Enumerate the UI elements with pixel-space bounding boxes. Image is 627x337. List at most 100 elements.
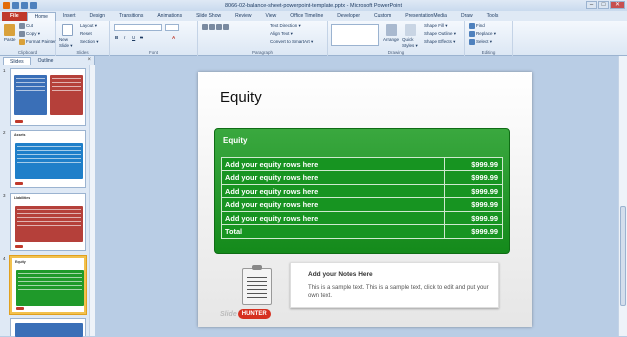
replace-icon [469,31,475,37]
underline-button[interactable]: U [132,35,135,40]
binoculars-icon [469,23,475,29]
title-bar: 8066-02-balance-sheet-powerpoint-templat… [0,0,627,11]
arrange-button[interactable]: Arrange [383,37,399,42]
shapes-gallery[interactable] [331,24,379,46]
panel-scrollbar[interactable] [89,65,95,336]
close-button[interactable]: ✕ [610,1,625,9]
clipboard-icon [242,265,272,305]
slide-title[interactable]: Equity [220,89,262,106]
bold-button[interactable]: B [115,35,118,40]
quick-styles-button[interactable]: Quick Styles ▾ [402,37,420,49]
maximize-button[interactable]: □ [598,1,609,9]
replace-button[interactable]: Replace ▾ [469,31,496,37]
slide[interactable]: Equity Equity Add your equity rows here $… [198,72,532,327]
table-row[interactable]: Add your equity rows here $999.99 [222,211,502,225]
tab-developer[interactable]: Developer [330,12,367,21]
drawing-label: Drawing [387,50,405,55]
minimize-button[interactable]: – [586,1,597,9]
thumbnail-table [16,270,84,306]
logo-slide-text: Slide [220,310,237,318]
tab-slide-show[interactable]: Slide Show [189,12,228,21]
shape-effects-button[interactable]: Shape Effects ▾ [424,39,455,45]
scroll-thumb[interactable] [620,206,626,306]
slide-thumbnail-3[interactable]: Liabilities [10,193,86,251]
table-total-row[interactable]: Total $999.99 [222,224,502,239]
table-row[interactable]: Add your equity rows here $999.99 [222,171,502,185]
text-direction-button[interactable]: Text Direction ▾ [270,23,301,29]
row-value: $999.99 [444,198,502,211]
tab-transitions[interactable]: Transitions [112,12,150,21]
copy-button[interactable]: Copy ▾ [19,31,40,37]
font-group: B I U S A Font [110,21,198,56]
shape-outline-button[interactable]: Shape Outline ▾ [424,31,456,37]
tab-custom[interactable]: Custom [367,12,398,21]
row-label: Add your equity rows here [225,186,319,196]
paste-icon[interactable] [4,24,15,36]
convert-smartart-button[interactable]: Convert to SmartArt ▾ [270,39,313,45]
tab-design[interactable]: Design [82,12,112,21]
notes-title: Add your Notes Here [308,271,373,278]
tab-tools[interactable]: Tools [480,12,506,21]
select-label: Select ▾ [476,39,493,45]
find-button[interactable]: Find [469,23,485,29]
format-painter-label: Format Painter [26,39,56,45]
select-button[interactable]: Select ▾ [469,39,492,45]
thumbnail-logo [15,245,23,248]
tab-slides[interactable]: Slides [3,57,31,65]
table-row[interactable]: Add your equity rows here $999.99 [222,198,502,212]
window-controls: – □ ✕ [586,1,625,9]
italic-button[interactable]: I [124,35,125,40]
slide-thumbnail-1[interactable] [10,68,86,126]
tab-outline[interactable]: Outline [32,57,60,65]
equity-table[interactable]: Equity Add your equity rows here $999.99 … [214,128,510,254]
strikethrough-button[interactable]: S [140,35,143,40]
tab-home[interactable]: Home [26,12,56,21]
copy-label: Copy ▾ [26,31,41,37]
table-header: Equity [223,136,248,145]
notes-box[interactable]: Add your Notes Here This is a sample tex… [290,262,499,308]
format-painter-button[interactable]: Format Painter [19,39,56,45]
tab-review[interactable]: Review [228,12,258,21]
thumbnail-table-left [14,75,47,115]
thumbnail-logo [15,120,23,123]
slide-thumbnail-2[interactable]: Assets [10,130,86,188]
align-text-button[interactable]: Align Text ▾ [270,31,293,37]
shape-fill-button[interactable]: Shape Fill ▾ [424,23,448,29]
paste-button[interactable]: Paste [4,37,16,42]
tab-presentationmedia[interactable]: PresentationMedia [398,12,454,21]
cut-button[interactable]: Cut [19,23,33,29]
tab-draw[interactable]: Draw [454,12,480,21]
section-button[interactable]: Section ▾ [80,39,99,45]
bullets-icon[interactable] [202,24,230,30]
thumbnail-number: 2 [3,130,6,135]
font-name-box[interactable] [114,24,162,31]
tab-insert[interactable]: Insert [56,12,83,21]
new-slide-icon[interactable] [62,24,73,36]
tab-file[interactable]: File [2,12,27,21]
find-label: Find [476,23,485,29]
font-size-box[interactable] [165,24,179,31]
tab-animations[interactable]: Animations [150,12,189,21]
table-row[interactable]: Add your equity rows here $999.99 [222,158,502,172]
row-value: $999.99 [444,158,502,171]
font-color-button[interactable]: A [172,35,175,40]
vertical-scrollbar[interactable] [618,56,627,336]
arrange-icon[interactable] [386,24,397,36]
thumbnail-logo [15,182,23,185]
thumbnail-table-right [50,75,83,115]
layout-button[interactable]: Layout ▾ [80,23,97,29]
slide-thumbnail-5[interactable] [10,318,86,337]
tab-office-timeline[interactable]: Office Timeline [283,12,330,21]
slide-thumbnail-4[interactable]: Equity [9,255,87,315]
cursor-icon [469,39,475,45]
notes-body: This is a sample text. This is a sample … [308,285,489,299]
panel-close-icon[interactable]: × [87,57,91,65]
new-slide-button[interactable]: New Slide ▾ [59,37,77,49]
paragraph-group: Text Direction ▾ Align Text ▾ Convert to… [198,21,328,56]
reset-button[interactable]: Reset [80,31,92,36]
tab-view[interactable]: View [259,12,284,21]
quick-styles-icon[interactable] [405,24,416,36]
table-row[interactable]: Add your equity rows here $999.99 [222,184,502,199]
row-value: $999.99 [444,171,502,184]
editing-label: Editing [481,50,496,55]
